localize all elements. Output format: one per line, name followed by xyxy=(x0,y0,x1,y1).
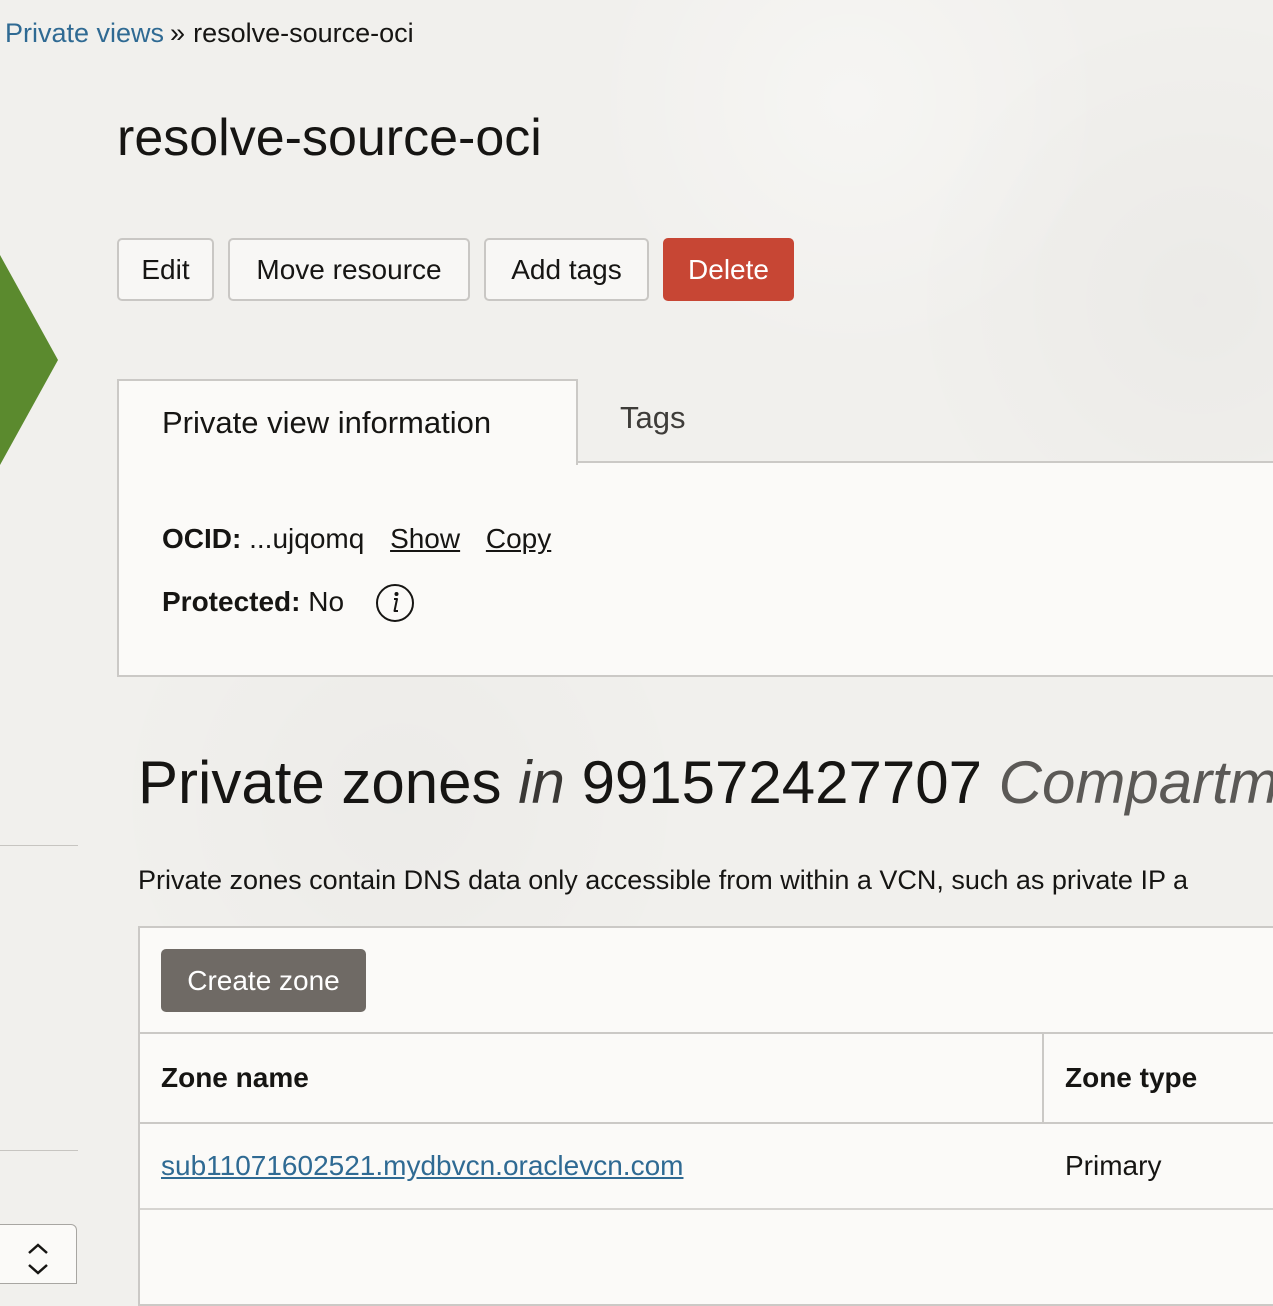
delete-button[interactable]: Delete xyxy=(663,238,794,301)
info-circle-icon[interactable] xyxy=(375,583,415,623)
add-tags-button[interactable]: Add tags xyxy=(484,238,649,301)
resource-status-arrow-icon xyxy=(0,255,58,465)
protected-row: Protected: No xyxy=(162,584,344,620)
column-header-zone-name[interactable]: Zone name xyxy=(161,1034,309,1122)
private-zones-title: Private zones in 991572427707 Compartme xyxy=(138,746,1273,820)
breadcrumb-private-views-link[interactable]: Private views xyxy=(5,18,164,48)
move-resource-button[interactable]: Move resource xyxy=(228,238,470,301)
private-view-info-panel: OCID: ...ujqomq Show Copy Protected: No xyxy=(117,461,1273,677)
compartment-id: 991572427707 xyxy=(581,749,982,816)
breadcrumb-current: resolve-source-oci xyxy=(193,18,414,48)
side-divider xyxy=(0,845,78,846)
side-divider xyxy=(0,1150,78,1151)
column-header-zone-type[interactable]: Zone type xyxy=(1065,1034,1197,1122)
zone-type-cell: Primary xyxy=(1065,1150,1162,1181)
private-zones-description: Private zones contain DNS data only acce… xyxy=(138,865,1188,895)
chevron-up-down-icon xyxy=(28,1243,48,1275)
protected-value: No xyxy=(308,586,345,617)
side-expand-toggle[interactable] xyxy=(0,1224,77,1284)
title-in: in xyxy=(518,749,565,816)
edit-button[interactable]: Edit xyxy=(117,238,214,301)
protected-label: Protected: xyxy=(162,586,301,617)
ocid-label: OCID: xyxy=(162,523,242,554)
zones-table-panel: Create zone Zone name Zone type sub11071… xyxy=(138,926,1273,1306)
breadcrumb-separator: » xyxy=(170,18,186,48)
tab-private-view-information[interactable]: Private view information xyxy=(117,379,578,465)
table-row-divider xyxy=(140,1208,1273,1210)
breadcrumb: Private views» resolve-source-oci xyxy=(5,16,414,50)
ocid-copy-link[interactable]: Copy xyxy=(486,523,551,554)
compartment-word: Compartme xyxy=(998,749,1273,816)
ocid-value: ...ujqomq xyxy=(249,523,365,554)
zone-name-link[interactable]: sub11071602521.mydbvcn.oraclevcn.com xyxy=(161,1124,683,1208)
title-main: Private zones xyxy=(138,749,502,816)
ocid-row: OCID: ...ujqomq Show Copy xyxy=(162,521,551,557)
tab-tags[interactable]: Tags xyxy=(620,398,685,438)
ocid-show-link[interactable]: Show xyxy=(390,523,460,554)
page-title: resolve-source-oci xyxy=(117,109,542,167)
tab-label: Private view information xyxy=(162,405,492,440)
create-zone-button[interactable]: Create zone xyxy=(161,949,366,1012)
column-divider[interactable] xyxy=(1042,1034,1044,1122)
